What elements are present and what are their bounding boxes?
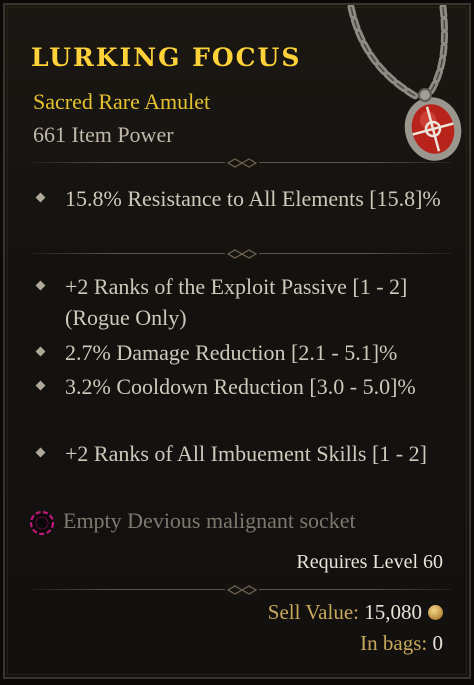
in-bags-label: In bags: bbox=[360, 631, 428, 655]
divider bbox=[33, 247, 451, 261]
affix-damage-reduction: 2.7% Damage Reduction [2.1 - 5.1]% bbox=[35, 337, 447, 368]
item-tooltip: Lurking Focus Sacred Rare Amulet 661 Ite… bbox=[3, 3, 471, 679]
affix-cooldown-reduction: 3.2% Cooldown Reduction [3.0 - 5.0]% bbox=[35, 371, 447, 402]
item-type: Sacred Rare Amulet bbox=[33, 89, 211, 114]
divider bbox=[33, 583, 451, 597]
implicit-affix: 15.8% Resistance to All Elements [15.8]% bbox=[35, 183, 447, 214]
amulet-icon bbox=[347, 5, 462, 161]
diamond-bullet-icon bbox=[35, 192, 46, 203]
in-bags: In bags: 0 bbox=[360, 631, 443, 656]
sell-value: Sell Value: 15,080 bbox=[268, 600, 443, 625]
item-power: 661 Item Power bbox=[33, 122, 174, 147]
item-name: Lurking Focus bbox=[31, 43, 302, 72]
diamond-bullet-icon bbox=[35, 280, 46, 291]
sell-value-amount: 15,080 bbox=[364, 600, 422, 624]
affix-exploit-passive: +2 Ranks of the Exploit Passive [1 - 2] … bbox=[35, 271, 447, 333]
level-requirement: Requires Level 60 bbox=[296, 551, 443, 573]
diamond-bullet-icon bbox=[35, 447, 46, 458]
malignant-socket-icon bbox=[29, 510, 55, 536]
gold-coin-icon bbox=[428, 605, 443, 620]
diamond-bullet-icon bbox=[35, 380, 46, 391]
sell-value-label: Sell Value: bbox=[267, 600, 359, 624]
divider bbox=[33, 156, 451, 170]
affix-imbuement-skills: +2 Ranks of All Imbuement Skills [1 - 2] bbox=[35, 438, 447, 469]
malignant-socket: Empty Devious malignant socket bbox=[27, 507, 356, 536]
in-bags-count: 0 bbox=[432, 631, 444, 655]
diamond-bullet-icon bbox=[35, 346, 46, 357]
